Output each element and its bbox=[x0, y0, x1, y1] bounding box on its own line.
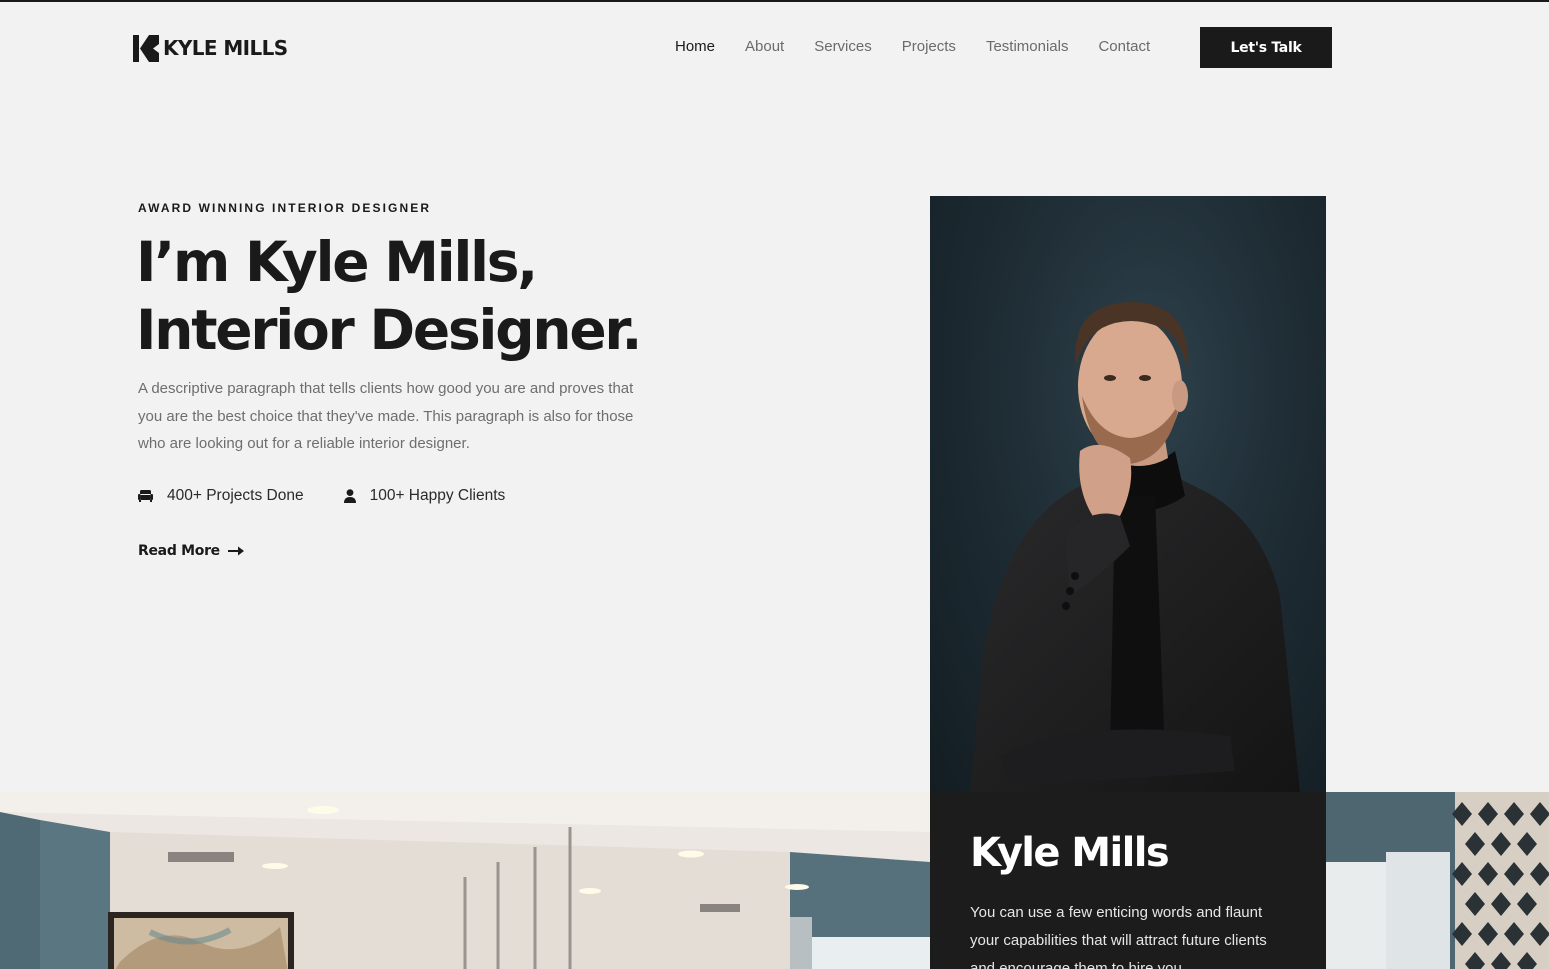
read-more-link[interactable]: Read More bbox=[138, 543, 244, 559]
nav-item-about[interactable]: About bbox=[745, 38, 784, 55]
user-icon bbox=[343, 489, 356, 503]
profile-card: Kyle Mills You can use a few enticing wo… bbox=[930, 792, 1326, 969]
hero-description: A descriptive paragraph that tells clien… bbox=[138, 380, 634, 452]
main-nav: Home About Services Projects Testimonial… bbox=[675, 38, 1150, 55]
lets-talk-button[interactable]: Let's Talk bbox=[1200, 27, 1332, 68]
hero-title: I’m Kyle Mills, Interior Designer. bbox=[136, 228, 756, 364]
nav-item-services[interactable]: Services bbox=[814, 38, 872, 55]
arrow-right-icon bbox=[227, 546, 244, 556]
nav-item-home[interactable]: Home bbox=[675, 38, 715, 55]
site-header: KYLE MILLS Home About Services Projects … bbox=[0, 2, 1549, 94]
nav-item-projects[interactable]: Projects bbox=[902, 38, 956, 55]
nav-item-contact[interactable]: Contact bbox=[1098, 38, 1150, 55]
hero-eyebrow: AWARD WINNING INTERIOR DESIGNER bbox=[138, 201, 432, 215]
hero-stats: 400+ Projects Done 100+ Happy Clients bbox=[138, 487, 505, 505]
hero-title-line-1: I’m Kyle Mills, bbox=[136, 230, 538, 294]
logo-mark-icon bbox=[133, 34, 159, 62]
read-more-label: Read More bbox=[138, 543, 220, 559]
sofa-icon bbox=[138, 490, 153, 502]
portrait-photo bbox=[930, 196, 1326, 792]
stat-projects: 400+ Projects Done bbox=[138, 487, 304, 505]
logo-text: KYLE MILLS bbox=[163, 36, 288, 60]
stat-clients: 100+ Happy Clients bbox=[343, 487, 506, 505]
hero-title-line-2: Interior Designer. bbox=[136, 298, 642, 362]
stat-projects-label: 400+ Projects Done bbox=[167, 487, 304, 504]
profile-card-description: You can use a few enticing words and fla… bbox=[970, 904, 1267, 969]
stat-clients-label: 100+ Happy Clients bbox=[369, 487, 506, 504]
logo[interactable]: KYLE MILLS bbox=[133, 34, 288, 62]
portrait-illustration bbox=[930, 196, 1326, 792]
nav-item-testimonials[interactable]: Testimonials bbox=[986, 38, 1069, 55]
profile-card-name: Kyle Mills bbox=[970, 830, 1170, 876]
